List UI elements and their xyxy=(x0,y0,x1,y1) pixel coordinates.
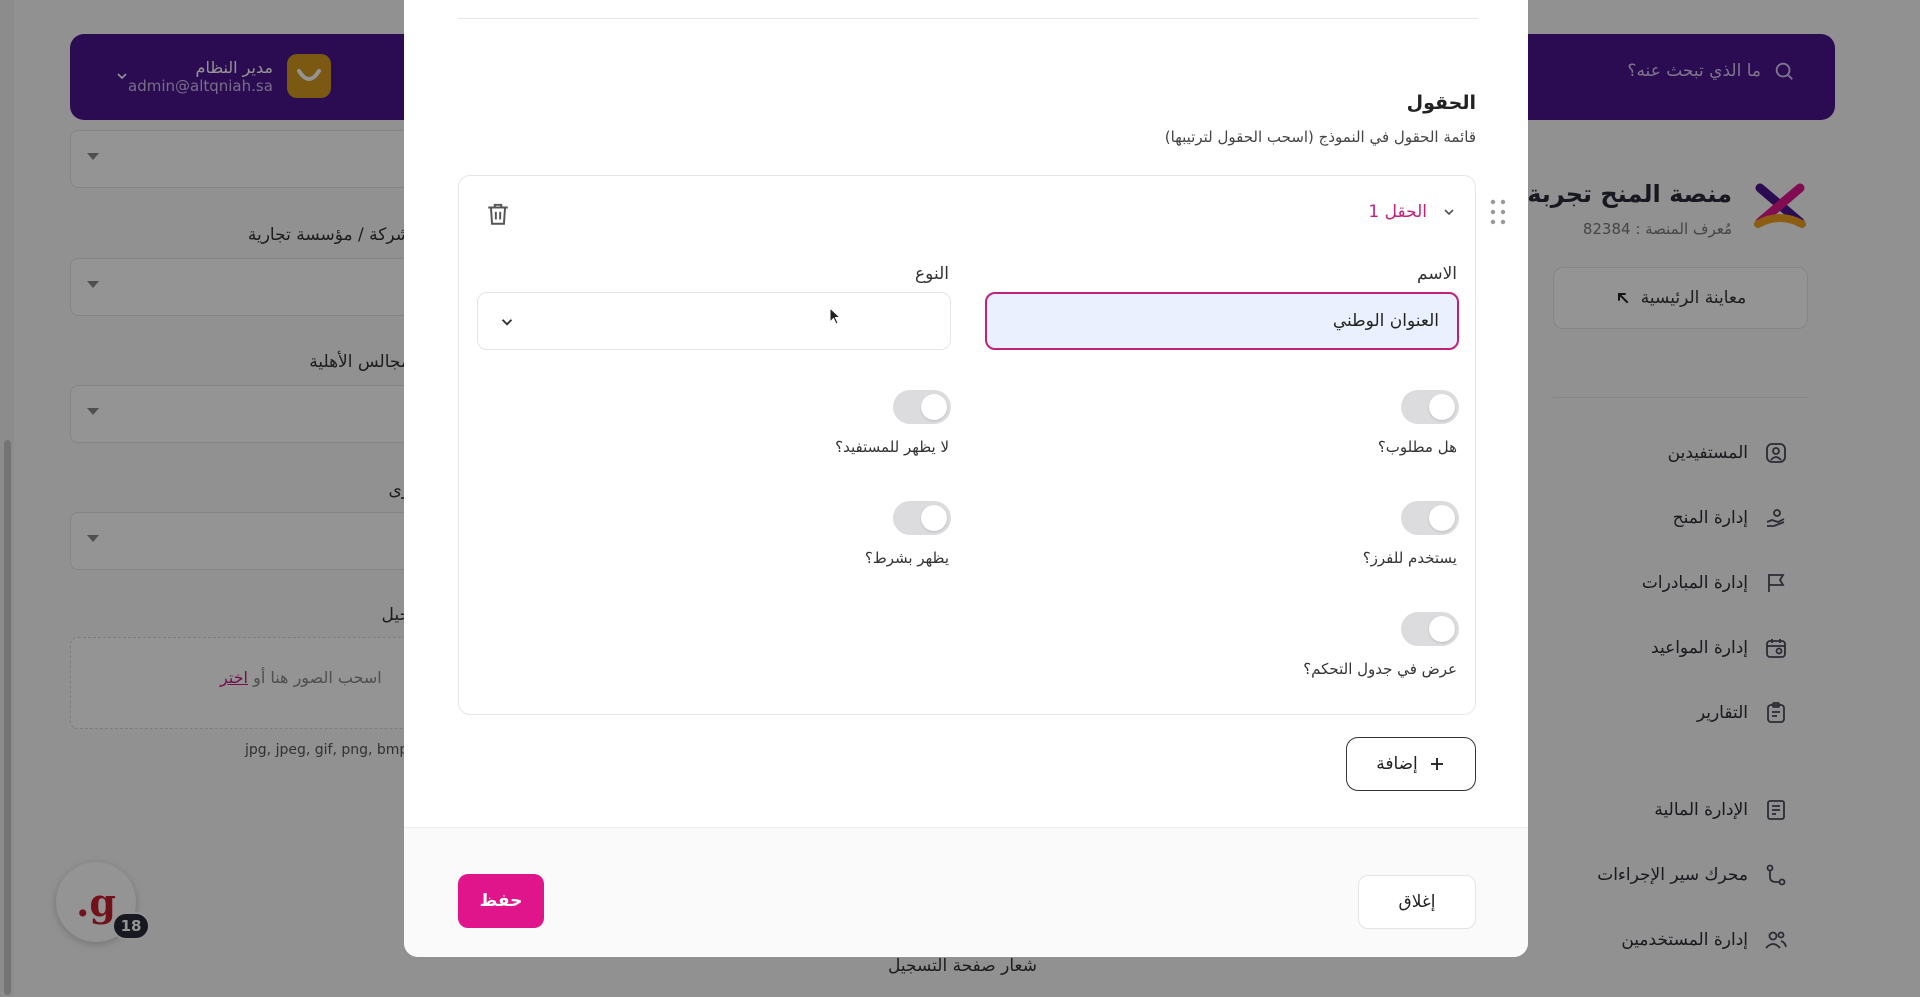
save-button[interactable]: حفظ xyxy=(458,874,544,928)
modal-divider xyxy=(458,18,1478,19)
mouse-cursor-icon xyxy=(829,307,841,325)
type-select[interactable] xyxy=(477,292,951,350)
fields-modal: الحقول قائمة الحقول في النموذج (اسحب الح… xyxy=(404,0,1528,957)
add-field-button[interactable]: إضافة xyxy=(1346,737,1476,791)
name-input[interactable] xyxy=(985,292,1459,350)
field-card: الحقل 1 الاسم النوع هل مطلوب؟ لا يظهر لل… xyxy=(458,175,1476,715)
used-for-sorting-label: يستخدم للفرز؟ xyxy=(1362,549,1457,567)
hidden-from-beneficiary-toggle[interactable] xyxy=(893,390,951,424)
trash-icon[interactable] xyxy=(485,200,511,228)
conditional-label: يظهر بشرط؟ xyxy=(864,549,949,567)
show-in-dashboard-toggle[interactable] xyxy=(1401,612,1459,646)
section-title: الحقول xyxy=(1406,92,1476,114)
drag-handle-icon[interactable] xyxy=(1488,198,1508,226)
required-label: هل مطلوب؟ xyxy=(1377,438,1457,456)
field-collapse-toggle[interactable]: الحقل 1 xyxy=(1368,202,1457,222)
field-title: الحقل 1 xyxy=(1368,202,1427,222)
conditional-toggle[interactable] xyxy=(893,501,951,535)
plus-icon xyxy=(1430,758,1443,770)
close-button[interactable]: إغلاق xyxy=(1358,875,1476,929)
chevron-down-icon xyxy=(501,319,513,326)
used-for-sorting-toggle[interactable] xyxy=(1401,501,1459,535)
add-field-label: إضافة xyxy=(1376,754,1418,774)
chevron-down-icon xyxy=(1444,209,1454,216)
required-toggle[interactable] xyxy=(1401,390,1459,424)
show-in-dashboard-label: عرض في جدول التحكم؟ xyxy=(1303,660,1457,678)
section-subtitle: قائمة الحقول في النموذج (اسحب الحقول لتر… xyxy=(1164,128,1476,146)
type-label: النوع xyxy=(915,264,949,284)
name-label: الاسم xyxy=(1417,264,1457,284)
hidden-from-beneficiary-label: لا يظهر للمستفيد؟ xyxy=(835,438,949,456)
